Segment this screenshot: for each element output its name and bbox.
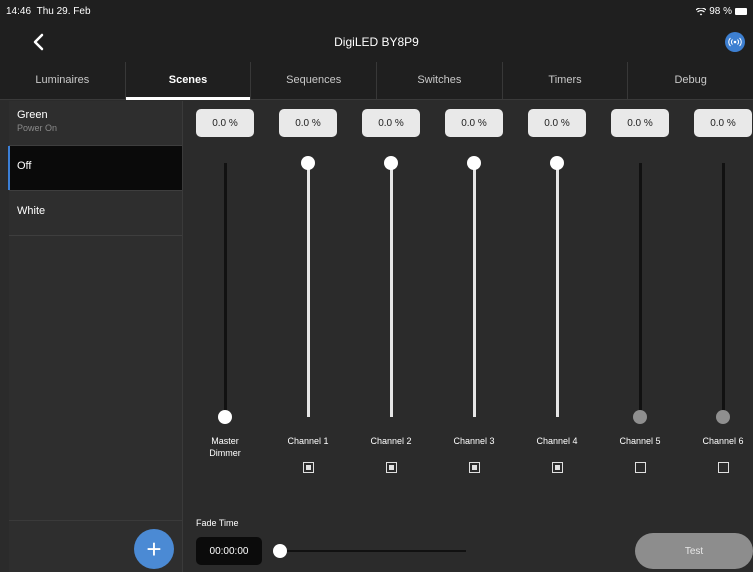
channel-5-slider-track	[633, 163, 647, 424]
channel-4-slider-track	[550, 156, 564, 417]
scene-item-off[interactable]: Off	[8, 146, 182, 191]
channel-1-checkbox[interactable]	[302, 462, 314, 473]
test-button[interactable]: Test	[635, 533, 753, 569]
channel-1-slider-fill	[306, 163, 310, 417]
master-dimmer-slider-thumb[interactable]	[218, 410, 232, 424]
scene-item-green[interactable]: Green Power On	[9, 101, 182, 146]
scene-list: Green Power On Off White +	[8, 101, 183, 572]
scene-name: Green	[17, 109, 48, 121]
tab-debug[interactable]: Debug	[628, 62, 753, 99]
channel-5-checkbox[interactable]	[634, 462, 646, 473]
channel-3-value[interactable]: 0.0 %	[445, 109, 503, 137]
channel-4-slider-fill	[555, 163, 559, 417]
channel-6-value[interactable]: 0.0 %	[694, 109, 752, 137]
scene-subtitle: Power On	[17, 123, 58, 133]
channel-6-slider-thumb[interactable]	[716, 410, 730, 424]
channel-2-label: Channel 2	[370, 436, 412, 446]
master-dimmer-slider-track	[218, 163, 232, 424]
tab-sequences[interactable]: Sequences	[251, 62, 378, 99]
channel-3-slider-track	[467, 156, 481, 417]
master-dimmer-value[interactable]: 0.0 %	[196, 109, 254, 137]
status-time: 14:46 Thu 29. Feb	[6, 6, 91, 17]
fade-time-label: Fade Time	[196, 518, 239, 528]
scene-item-white[interactable]: White	[9, 191, 182, 236]
tab-bar: Luminaires Scenes Sequences Switches Timers D…	[0, 62, 753, 100]
scene-name: Off	[17, 160, 32, 172]
channel-6-label: Channel 6	[702, 436, 744, 446]
tab-timers[interactable]: Timers	[503, 62, 629, 99]
channel-2-slider-fill	[389, 163, 393, 417]
channel-2-checkbox[interactable]	[385, 462, 397, 473]
wifi-icon	[696, 7, 707, 15]
channel-6-checkbox[interactable]	[717, 462, 729, 473]
channel-5-slider-thumb[interactable]	[633, 410, 647, 424]
channel-5-value[interactable]: 0.0 %	[611, 109, 669, 137]
status-right: 98 %	[696, 6, 747, 17]
channel-5-label: Channel 5	[619, 436, 661, 446]
add-scene-button[interactable]: +	[134, 529, 174, 569]
tab-luminaires[interactable]: Luminaires	[0, 62, 126, 99]
channel-2-slider-track	[384, 156, 398, 417]
channel-4-label: Channel 4	[536, 436, 578, 446]
fade-time-slider-thumb[interactable]	[273, 544, 287, 558]
channel-2-slider-thumb[interactable]	[384, 156, 398, 170]
channel-3-label: Channel 3	[453, 436, 495, 446]
battery-icon	[735, 8, 747, 15]
channel-2-value[interactable]: 0.0 %	[362, 109, 420, 137]
master-dimmer-label: Master Dimmer	[209, 436, 241, 458]
clock: 14:46	[6, 6, 32, 17]
scene-name: White	[17, 205, 46, 217]
channel-1-label: Channel 1	[287, 436, 329, 446]
channel-4-value[interactable]: 0.0 %	[528, 109, 586, 137]
page-title: DigiLED BY8P9	[334, 35, 419, 49]
channel-3-slider-thumb[interactable]	[467, 156, 481, 170]
fade-time-track	[276, 550, 466, 552]
channel-1-value[interactable]: 0.0 %	[279, 109, 337, 137]
channel-1-slider-track	[301, 156, 315, 417]
channel-4-slider-thumb[interactable]	[550, 156, 564, 170]
channel-6-slider-track	[716, 163, 730, 424]
status-bar: 14:46 Thu 29. Feb 98 %	[0, 0, 753, 22]
battery-percent: 98 %	[709, 6, 732, 17]
plus-icon: +	[146, 533, 162, 564]
sidebar-footer: +	[9, 520, 182, 572]
tab-scenes[interactable]: Scenes	[125, 62, 252, 100]
tab-switches[interactable]: Switches	[377, 62, 503, 99]
channel-3-slider-fill	[472, 163, 476, 417]
date: Thu 29. Feb	[36, 6, 91, 17]
scene-editor: Fade Time 00:00:00 Test 0.0 % Master Dimm…	[184, 101, 753, 572]
channel-1-slider-thumb[interactable]	[301, 156, 315, 170]
channel-3-checkbox[interactable]	[468, 462, 480, 473]
header: DigiLED BY8P9	[0, 22, 753, 62]
broadcast-icon[interactable]	[725, 32, 745, 52]
fade-time-field[interactable]: 00:00:00	[196, 537, 262, 565]
channel-4-checkbox[interactable]	[551, 462, 563, 473]
